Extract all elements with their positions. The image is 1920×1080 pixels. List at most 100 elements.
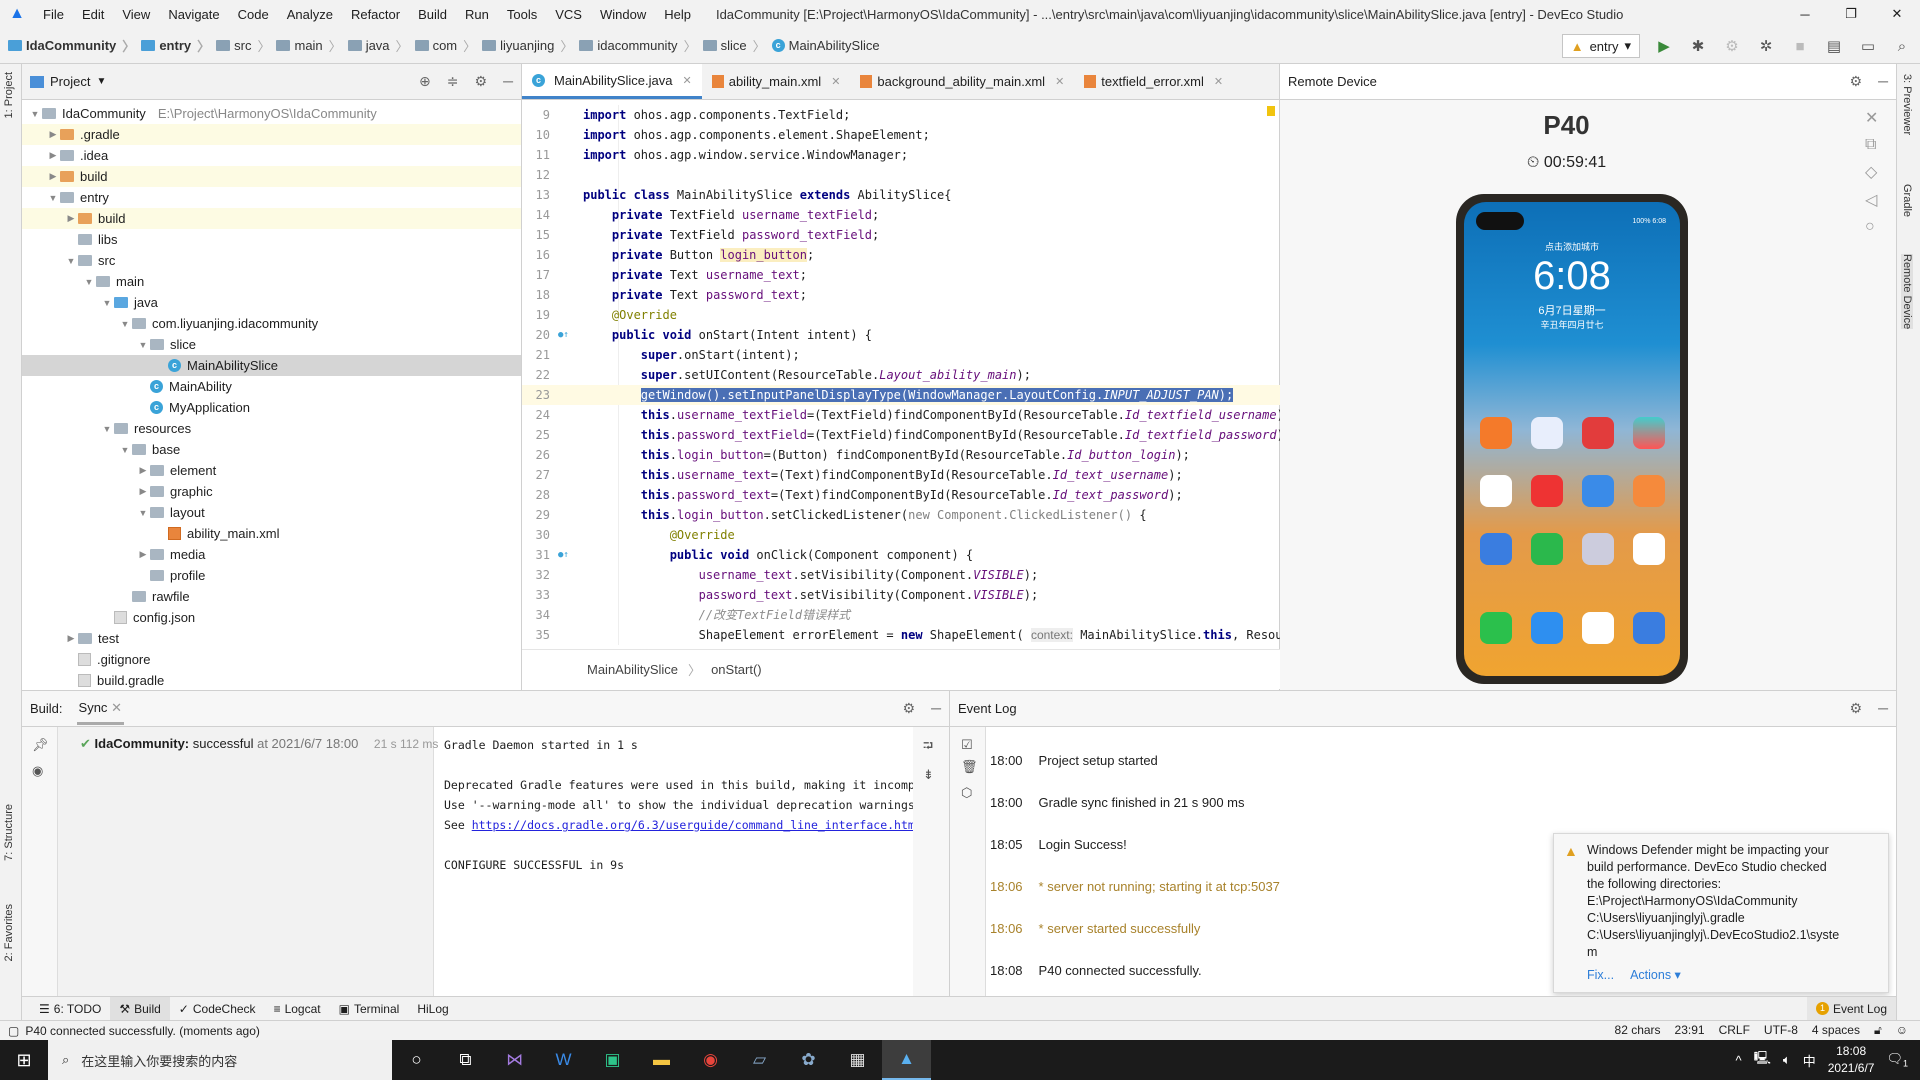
expanded-arrow-icon[interactable]: ▼ [82,277,96,287]
windows-start-icon[interactable]: ⊞ [0,1050,48,1071]
device-screen[interactable]: 100% 6:08 点击添加城市 6:08 6月7日星期一 辛丑年四月廿七 [1456,194,1688,684]
settings-icon[interactable]: ⬡ [961,785,985,801]
menu-view[interactable]: View [113,7,159,22]
tree-item[interactable]: ▶ media [22,544,521,565]
hide-icon[interactable]: ─ [1878,73,1888,90]
gear-icon[interactable]: ⚙ [1850,700,1863,717]
breadcrumb-item[interactable]: c MainAbilitySlice [771,36,880,55]
tool-window-codecheck[interactable]: ✓ CodeCheck [170,997,265,1021]
lock-icon[interactable]: 🔓︎ [1874,1023,1882,1038]
gear-icon[interactable]: ⚙ [1850,73,1863,90]
tree-item[interactable]: ▶ .gradle [22,124,521,145]
file-explorer-icon[interactable]: ▬ [637,1040,686,1080]
breadcrumb-item[interactable]: src 〉 [216,36,276,55]
fix-link[interactable]: Fix... [1587,968,1614,982]
hide-icon[interactable]: ─ [1878,700,1888,717]
menu-window[interactable]: Window [591,7,655,22]
collapsed-arrow-icon[interactable]: ▶ [136,486,150,497]
override-gutter-icon[interactable]: ●↑ [558,325,569,345]
collapsed-arrow-icon[interactable]: ▶ [46,129,60,140]
notes-app-icon[interactable] [1582,475,1614,507]
expanded-arrow-icon[interactable]: ▼ [100,298,114,308]
app-icon[interactable]: ✿ [784,1040,833,1080]
tree-item[interactable]: ability_main.xml [22,523,521,544]
system-clock[interactable]: 18:08 2021/6/7 [1828,1043,1875,1077]
breadcrumb-item[interactable]: IdaCommunity 〉 [8,36,141,55]
run-icon[interactable]: ▶ [1654,37,1674,55]
soft-wrap-icon[interactable]: ⮒ [923,737,949,759]
expanded-arrow-icon[interactable]: ▼ [118,445,132,455]
expanded-arrow-icon[interactable]: ▼ [136,508,150,518]
minimize-button[interactable]: ─ [1782,0,1828,28]
line-separator[interactable]: CRLF [1719,1023,1750,1038]
themes-app-icon[interactable] [1633,417,1665,449]
collapsed-arrow-icon[interactable]: ▶ [136,549,150,560]
close-tab-icon[interactable]: ✕ [831,75,840,88]
notifications-icon[interactable]: 🗨︎1 [1886,1051,1908,1069]
project-view-select[interactable]: Project [50,74,90,89]
tree-item[interactable]: ▼ java [22,292,521,313]
music-app-icon[interactable] [1531,417,1563,449]
override-gutter-icon[interactable]: ●↑ [558,545,569,565]
breadcrumb-item[interactable]: idacommunity 〉 [579,36,702,55]
menu-edit[interactable]: Edit [73,7,113,22]
home-icon[interactable]: ○ [1865,218,1878,236]
expanded-arrow-icon[interactable]: ▼ [28,109,42,119]
tree-item[interactable]: ▶ .idea [22,145,521,166]
locate-icon[interactable]: ⊕ [419,73,431,90]
meetime-app-icon[interactable] [1531,533,1563,565]
hide-icon[interactable]: ─ [931,700,941,717]
tree-item[interactable]: config.json [22,607,521,628]
gallery-app-icon[interactable] [1633,533,1665,565]
tree-item[interactable]: c MainAbility [22,376,521,397]
expanded-arrow-icon[interactable]: ▼ [100,424,114,434]
breadcrumb-item[interactable]: liyuanjing 〉 [482,36,579,55]
close-tab-icon[interactable]: ✕ [1055,75,1064,88]
tree-item[interactable]: build.gradle [22,670,521,691]
appgallery-app-icon[interactable] [1531,475,1563,507]
search-icon[interactable]: ⌕ [1892,38,1912,55]
build-project[interactable]: IdaCommunity: [95,736,190,751]
tree-item[interactable]: ▼ IdaCommunity E:\Project\HarmonyOS\IdaCom… [22,103,521,124]
attach-debugger-icon[interactable]: ⚙ [1722,37,1742,55]
tree-item[interactable]: ▼ main [22,271,521,292]
mark-read-icon[interactable]: ☑ [961,737,985,753]
tree-item[interactable]: ▶ graphic [22,481,521,502]
task-view-icon[interactable]: ⧉ [441,1040,490,1080]
tool-window-todo[interactable]: ☰ 6: TODO [30,997,110,1021]
books-app-icon[interactable] [1582,417,1614,449]
inspector-icon[interactable]: ☺ [1896,1023,1908,1038]
phone-app-icon[interactable] [1480,612,1512,644]
previewer-tool-tab[interactable]: 3: Previewer [1901,74,1913,135]
tree-item[interactable]: ▼ src [22,250,521,271]
device-manager-icon[interactable]: ▭ [1858,37,1878,55]
menu-code[interactable]: Code [229,7,278,22]
menu-file[interactable]: File [34,7,73,22]
view-mode-icon[interactable]: ◉ [32,763,57,779]
expanded-arrow-icon[interactable]: ▼ [118,319,132,329]
ai-life-app-icon[interactable] [1480,533,1512,565]
trash-icon[interactable]: 🗑︎ [961,759,985,775]
gradle-docs-link[interactable]: https://docs.gradle.org/6.3/userguide/co… [472,818,914,832]
breadcrumb-item[interactable]: main 〉 [276,36,347,55]
chevron-up-icon[interactable]: ^ [1735,1053,1741,1068]
collapsed-arrow-icon[interactable]: ▶ [46,150,60,161]
menu-vcs[interactable]: VCS [546,7,591,22]
taskbar-search[interactable]: ⌕ 在这里输入你要搜索的内容 [48,1040,392,1080]
sync-tab[interactable]: Sync ✕ [76,692,124,725]
network-icon[interactable]: 🖳︎ [1754,1049,1771,1071]
crumb-method[interactable]: onStart() [711,662,762,677]
structure-tool-tab[interactable]: 7: Structure [3,804,15,861]
expanded-arrow-icon[interactable]: ▼ [136,340,150,350]
remote-device-tool-tab[interactable]: Remote Device [1901,254,1913,330]
breadcrumb-item[interactable]: java 〉 [347,36,415,55]
tool-window-hilog[interactable]: HiLog [408,997,457,1021]
collapsed-arrow-icon[interactable]: ▶ [46,171,60,182]
project-structure-icon[interactable]: ▤ [1824,37,1844,55]
gear-icon[interactable]: ⚙ [475,73,488,90]
deveco-studio-icon[interactable]: ▲ [882,1040,931,1080]
favorites-tool-tab[interactable]: 2: Favorites [3,904,15,961]
gear-icon[interactable]: ⚙ [903,700,916,717]
health-app-icon[interactable] [1633,475,1665,507]
rotate-icon[interactable]: ◇ [1865,162,1878,182]
